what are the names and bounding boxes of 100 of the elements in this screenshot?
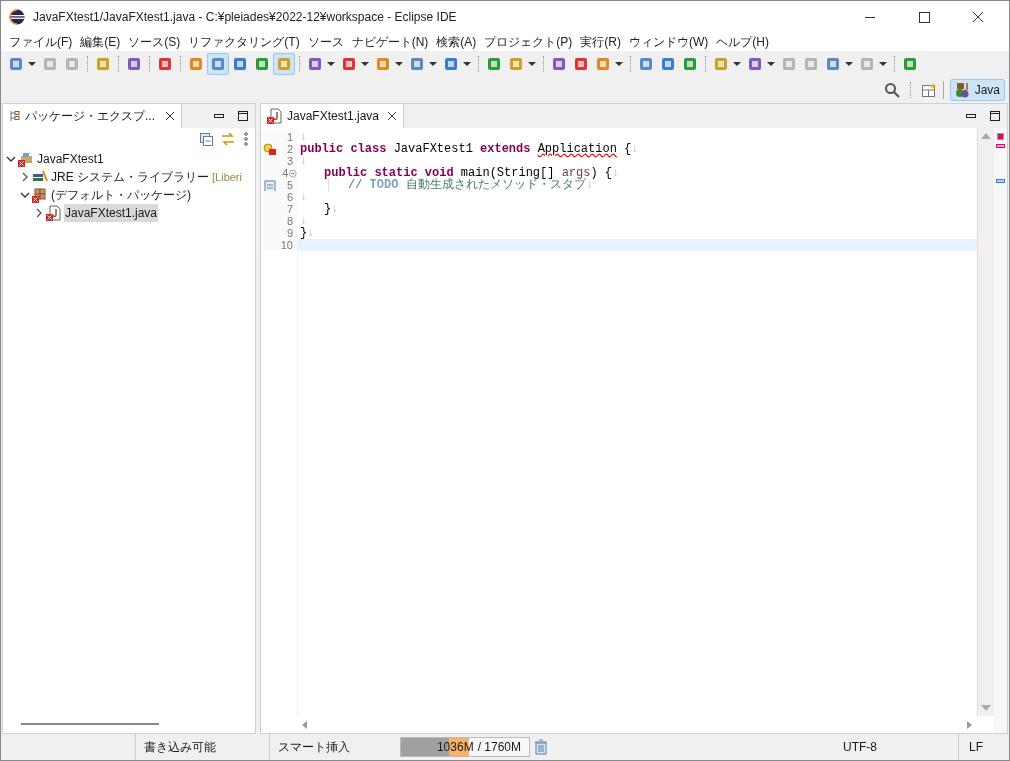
code-token: Application (537, 143, 617, 155)
tool-icon (210, 56, 226, 72)
tree-item[interactable]: JavaFXtest1.java (64, 204, 159, 222)
scroll-left-icon[interactable] (301, 720, 309, 729)
heap-total-text: / 1760M (477, 739, 521, 756)
maximize-view-icon[interactable] (237, 110, 249, 122)
open-perspective-icon[interactable] (920, 82, 937, 98)
line-number: 7 (285, 203, 293, 215)
dropdown-caret-icon[interactable] (614, 61, 624, 67)
fold-collapse-icon[interactable] (289, 168, 297, 178)
collapse-all-icon[interactable] (199, 132, 213, 146)
tool-icon (508, 56, 524, 72)
menu-item[interactable]: ファイル(F) (5, 32, 77, 51)
toolbar-button[interactable] (207, 53, 229, 75)
menu-item[interactable]: ソース(S) (124, 32, 185, 51)
close-icon[interactable] (165, 111, 175, 121)
collapsed-chevron-icon[interactable] (20, 172, 30, 182)
code-token: // (348, 179, 363, 191)
dropdown-caret-icon[interactable] (527, 61, 537, 67)
dropdown-caret-icon[interactable] (27, 61, 37, 67)
close-icon[interactable] (387, 111, 398, 121)
error-annotation-marker[interactable] (996, 144, 1005, 148)
tool-icon (859, 56, 875, 72)
menu-item[interactable]: ナビゲート(N) (347, 32, 433, 51)
tool-icon (276, 56, 292, 72)
tool-icon (64, 56, 80, 72)
perspective-button[interactable]: Java (949, 79, 1005, 101)
dropdown-caret-icon[interactable] (360, 61, 370, 67)
tool-icon (341, 56, 357, 72)
tool-icon (638, 56, 654, 72)
status-text: 書き込み可能 (136, 734, 270, 760)
line-end-marker: ↓ (300, 131, 308, 143)
view-menu-icon[interactable] (243, 132, 249, 146)
tool-icon (375, 56, 391, 72)
line-end-marker: ↓ (300, 155, 308, 167)
menu-item[interactable]: 実行(R) (576, 32, 625, 51)
expanded-chevron-icon[interactable] (20, 190, 30, 200)
menu-item[interactable]: ソース (303, 32, 348, 51)
menu-item[interactable]: プロジェクト(P) (480, 32, 577, 51)
tool-icon (902, 56, 918, 72)
trash-icon[interactable] (534, 739, 548, 755)
task-annotation-marker[interactable] (996, 179, 1005, 183)
menu-item[interactable]: 編集(E) (76, 32, 125, 51)
line-number: 2 (285, 143, 293, 155)
code-token: { (623, 143, 632, 155)
scroll-down-icon[interactable] (981, 704, 991, 712)
maximize-view-icon[interactable] (989, 110, 1001, 122)
status-text: UTF-8 (831, 734, 959, 760)
dropdown-caret-icon[interactable] (326, 61, 336, 67)
tree-item[interactable]: (デフォルト・パッケージ) (50, 186, 192, 204)
search-icon[interactable] (883, 82, 900, 98)
code-token: } (324, 203, 332, 215)
tree-item[interactable]: JavaFXtest1 (36, 150, 105, 168)
tool-icon (42, 56, 58, 72)
status-text: スマート挿入 (277, 739, 351, 756)
line-end-marker: ↓ (631, 143, 639, 155)
code-token: 自動生成されたメソッド・スタブ (404, 179, 586, 191)
dropdown-caret-icon[interactable] (844, 61, 854, 67)
tool-icon (595, 56, 611, 72)
vertical-scrollbar[interactable] (977, 128, 994, 716)
tool-icon (803, 56, 819, 72)
tool-icon (443, 56, 459, 72)
menu-item[interactable]: リファクタリング(T) (184, 32, 304, 51)
scroll-right-icon[interactable] (965, 720, 973, 729)
dropdown-caret-icon[interactable] (428, 61, 438, 67)
expanded-chevron-icon[interactable] (6, 154, 16, 164)
tool-icon (188, 56, 204, 72)
menu-item[interactable]: 検索(A) (432, 32, 481, 51)
tool-icon (232, 56, 248, 72)
tool-icon (781, 56, 797, 72)
collapsed-chevron-icon[interactable] (34, 208, 44, 218)
scroll-up-icon[interactable] (981, 132, 991, 140)
link-with-editor-icon[interactable] (221, 132, 235, 146)
line-end-marker: ↓ (300, 215, 308, 227)
tool-icon (307, 56, 323, 72)
tool-icon (551, 56, 567, 72)
warning-bulb-error-icon (263, 143, 277, 157)
tool-icon (8, 56, 24, 72)
tool-icon (825, 56, 841, 72)
menu-item[interactable]: ヘルプ(H) (712, 32, 773, 51)
toolbar-button[interactable] (273, 53, 295, 75)
eclipse-logo-icon (9, 8, 25, 25)
editor-tab[interactable]: JavaFXtest1.java (261, 104, 405, 128)
line-number: 10 (279, 239, 293, 251)
window-title: JavaFXtest1/JavaFXtest1.java - C:¥pleiades¥2022-12¥workspace - Eclipse IDE (33, 8, 458, 26)
tree-item[interactable]: JRE システム・ライブラリー (50, 168, 210, 186)
line-end-marker: ↓ (307, 227, 315, 239)
line-number: 1 (285, 131, 293, 143)
code-token: public static void (324, 167, 454, 179)
dropdown-caret-icon[interactable] (766, 61, 776, 67)
error-summary-marker (997, 133, 1004, 140)
tool-icon (126, 56, 142, 72)
dropdown-caret-icon[interactable] (394, 61, 404, 67)
tab-label: パッケージ・エクスプ... (25, 108, 155, 125)
explorer-tab[interactable]: パッケージ・エクスプ... (3, 104, 182, 128)
dropdown-caret-icon[interactable] (462, 61, 472, 67)
menu-item[interactable]: ウィンドウ(W) (625, 32, 713, 51)
code-token: main(String[] (460, 167, 556, 179)
dropdown-caret-icon[interactable] (732, 61, 742, 67)
tab-label: JavaFXtest1.java (287, 108, 380, 125)
